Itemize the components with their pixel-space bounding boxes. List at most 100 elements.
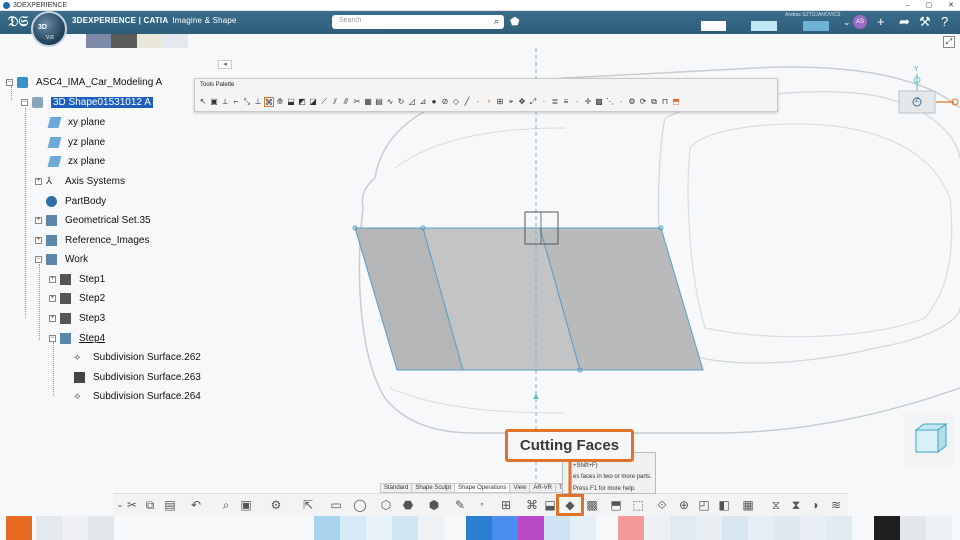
- select-box-icon[interactable]: ▣: [209, 97, 219, 107]
- undo-icon[interactable]: ↶: [189, 498, 203, 512]
- chevron-down-icon[interactable]: ⌄: [843, 17, 851, 28]
- align-icon[interactable]: ⊿: [418, 97, 428, 107]
- paste-icon[interactable]: ▤: [163, 498, 177, 512]
- sphere-icon[interactable]: ●: [429, 97, 439, 107]
- surface-icon[interactable]: ◧: [717, 498, 731, 512]
- copy-icon[interactable]: ⧉: [649, 97, 659, 107]
- extrude-icon[interactable]: ⬓: [286, 97, 296, 107]
- tools-palette[interactable]: Tools Palette ↖ ▣ ⟂ ⌐ ⤡ ⊥ ⌘ ⟰ ⬓ ◩ ◪ ⟋ ⫽ …: [194, 78, 778, 112]
- search-icon[interactable]: ⌕: [494, 16, 499, 27]
- subdivision-icon[interactable]: ⬢: [427, 498, 441, 512]
- tree-node-subdivision-264[interactable]: ⟡ Subdivision Surface.264: [74, 388, 201, 404]
- rotate-icon[interactable]: ↻: [396, 97, 406, 107]
- vertex-icon[interactable]: ⌐: [231, 97, 241, 107]
- copy-icon[interactable]: ⧉: [143, 498, 157, 512]
- tree-node-zx-plane[interactable]: zx plane: [47, 153, 105, 169]
- close-button[interactable]: ✕: [948, 0, 954, 11]
- 3d-viewport[interactable]: [235, 48, 960, 493]
- expand-icon[interactable]: +: [49, 275, 56, 283]
- axis-icon[interactable]: ⟂: [220, 97, 230, 107]
- merge-icon[interactable]: ⊕: [677, 498, 691, 512]
- grid-icon[interactable]: ⊞: [499, 498, 513, 512]
- collapse-icon[interactable]: −: [6, 78, 13, 86]
- extrude-icon[interactable]: ⬓: [543, 498, 557, 512]
- plane-icon[interactable]: ◿: [407, 97, 417, 107]
- symmetry-icon[interactable]: ⊥: [253, 97, 263, 107]
- mesh-icon[interactable]: ▦: [363, 97, 373, 107]
- face-icon[interactable]: ◪: [308, 97, 318, 107]
- symmetry-icon[interactable]: ⧖: [769, 498, 783, 512]
- tree-node-yz-plane[interactable]: yz plane: [47, 134, 105, 150]
- expand-icon[interactable]: +: [35, 236, 42, 244]
- help-icon[interactable]: ?: [941, 14, 948, 29]
- add-icon[interactable]: +: [877, 14, 885, 29]
- edit-icon[interactable]: ⌘: [264, 97, 274, 107]
- cut-icon[interactable]: ✂: [125, 498, 139, 512]
- line-icon[interactable]: ╱: [462, 97, 472, 107]
- collapse-tree-button[interactable]: ◂: [218, 60, 232, 69]
- tag-icon[interactable]: ⬟: [510, 15, 520, 28]
- mirror-icon[interactable]: ⧗: [789, 498, 803, 512]
- tab-view[interactable]: View: [509, 483, 531, 493]
- search-input[interactable]: Search ⌕: [332, 15, 504, 29]
- settings-icon[interactable]: ⚙: [627, 97, 637, 107]
- tree-node-root[interactable]: − ASC4_IMA_Car_Modeling A: [6, 74, 162, 90]
- primitive-icon[interactable]: ⬡: [379, 498, 393, 512]
- tree-node-step4[interactable]: − Step4: [49, 330, 105, 346]
- tree-node-step2[interactable]: + Step2: [49, 290, 105, 306]
- shell-icon[interactable]: ◗: [809, 498, 823, 512]
- tree-node-step1[interactable]: + Step1: [49, 271, 105, 287]
- view-cube[interactable]: [904, 412, 954, 468]
- zoom-icon[interactable]: ⌕: [219, 498, 233, 512]
- transform-icon[interactable]: ⟰: [275, 97, 285, 107]
- tab-standard[interactable]: Standard: [380, 483, 413, 493]
- tab-shape-sculpt[interactable]: Shape Sculpt: [411, 483, 456, 493]
- view-icon[interactable]: ▣: [239, 498, 253, 512]
- tree-node-3d-shape[interactable]: − 3D Shape01531012 A: [21, 94, 153, 110]
- bridge-icon[interactable]: ⬒: [609, 498, 623, 512]
- hide-icon[interactable]: ⊘: [440, 97, 450, 107]
- move-icon[interactable]: ⤡: [242, 97, 252, 107]
- knot-icon[interactable]: ⌘: [525, 498, 539, 512]
- expand-icon[interactable]: +: [49, 314, 56, 322]
- point-icon[interactable]: ∘: [475, 498, 489, 512]
- refresh-icon[interactable]: ⟳: [638, 97, 648, 107]
- pen-icon[interactable]: ✎: [453, 498, 467, 512]
- share-icon[interactable]: ➦: [899, 14, 910, 30]
- tools-icon[interactable]: ⚒: [919, 14, 931, 30]
- shape-icon[interactable]: ⬣: [401, 498, 415, 512]
- export-icon[interactable]: ⬒: [671, 97, 681, 107]
- list-icon[interactable]: ≡: [561, 97, 571, 107]
- fill-icon[interactable]: ⬚: [631, 498, 645, 512]
- sphere-icon[interactable]: ◯: [353, 498, 367, 512]
- point-icon[interactable]: ∘: [484, 97, 494, 107]
- cube-icon[interactable]: ▩: [585, 498, 599, 512]
- minimize-button[interactable]: ‒: [906, 0, 910, 11]
- mesh-icon[interactable]: ▦: [741, 498, 755, 512]
- tree-node-work[interactable]: − Work: [35, 251, 88, 267]
- collapse-icon[interactable]: −: [49, 334, 56, 342]
- snap-icon[interactable]: ✥: [517, 97, 527, 107]
- curve-icon[interactable]: ∿: [385, 97, 395, 107]
- avatar[interactable]: AS: [853, 15, 867, 29]
- tab-ar-vr[interactable]: AR-VR: [529, 483, 557, 493]
- grid-icon[interactable]: ▩: [594, 97, 604, 107]
- expand-icon[interactable]: +: [35, 177, 42, 185]
- grid-icon[interactable]: ⊞: [495, 97, 505, 107]
- collapse-icon[interactable]: −: [35, 255, 42, 263]
- compass-widget[interactable]: 3D V.R: [31, 11, 67, 47]
- sketch-icon[interactable]: ▭: [329, 498, 343, 512]
- settings-icon[interactable]: ⚙: [269, 498, 283, 512]
- tree-node-geometrical-set[interactable]: + Geometrical Set.35: [35, 212, 151, 228]
- collapse-icon[interactable]: −: [21, 98, 28, 106]
- layer-icon[interactable]: ◰: [697, 498, 711, 512]
- expand-icon[interactable]: +: [35, 216, 42, 224]
- expand-icon[interactable]: +: [49, 294, 56, 302]
- link-icon[interactable]: ⋱: [605, 97, 615, 107]
- tree-node-xy-plane[interactable]: xy plane: [47, 114, 105, 130]
- tree-node-axis-systems[interactable]: + ⅄ Axis Systems: [35, 173, 125, 189]
- weld-icon[interactable]: ⟐: [655, 498, 669, 512]
- edge-icon[interactable]: ⫽: [330, 97, 340, 107]
- edge-icon[interactable]: ⟋: [319, 97, 329, 107]
- select-icon[interactable]: ⇱: [301, 498, 315, 512]
